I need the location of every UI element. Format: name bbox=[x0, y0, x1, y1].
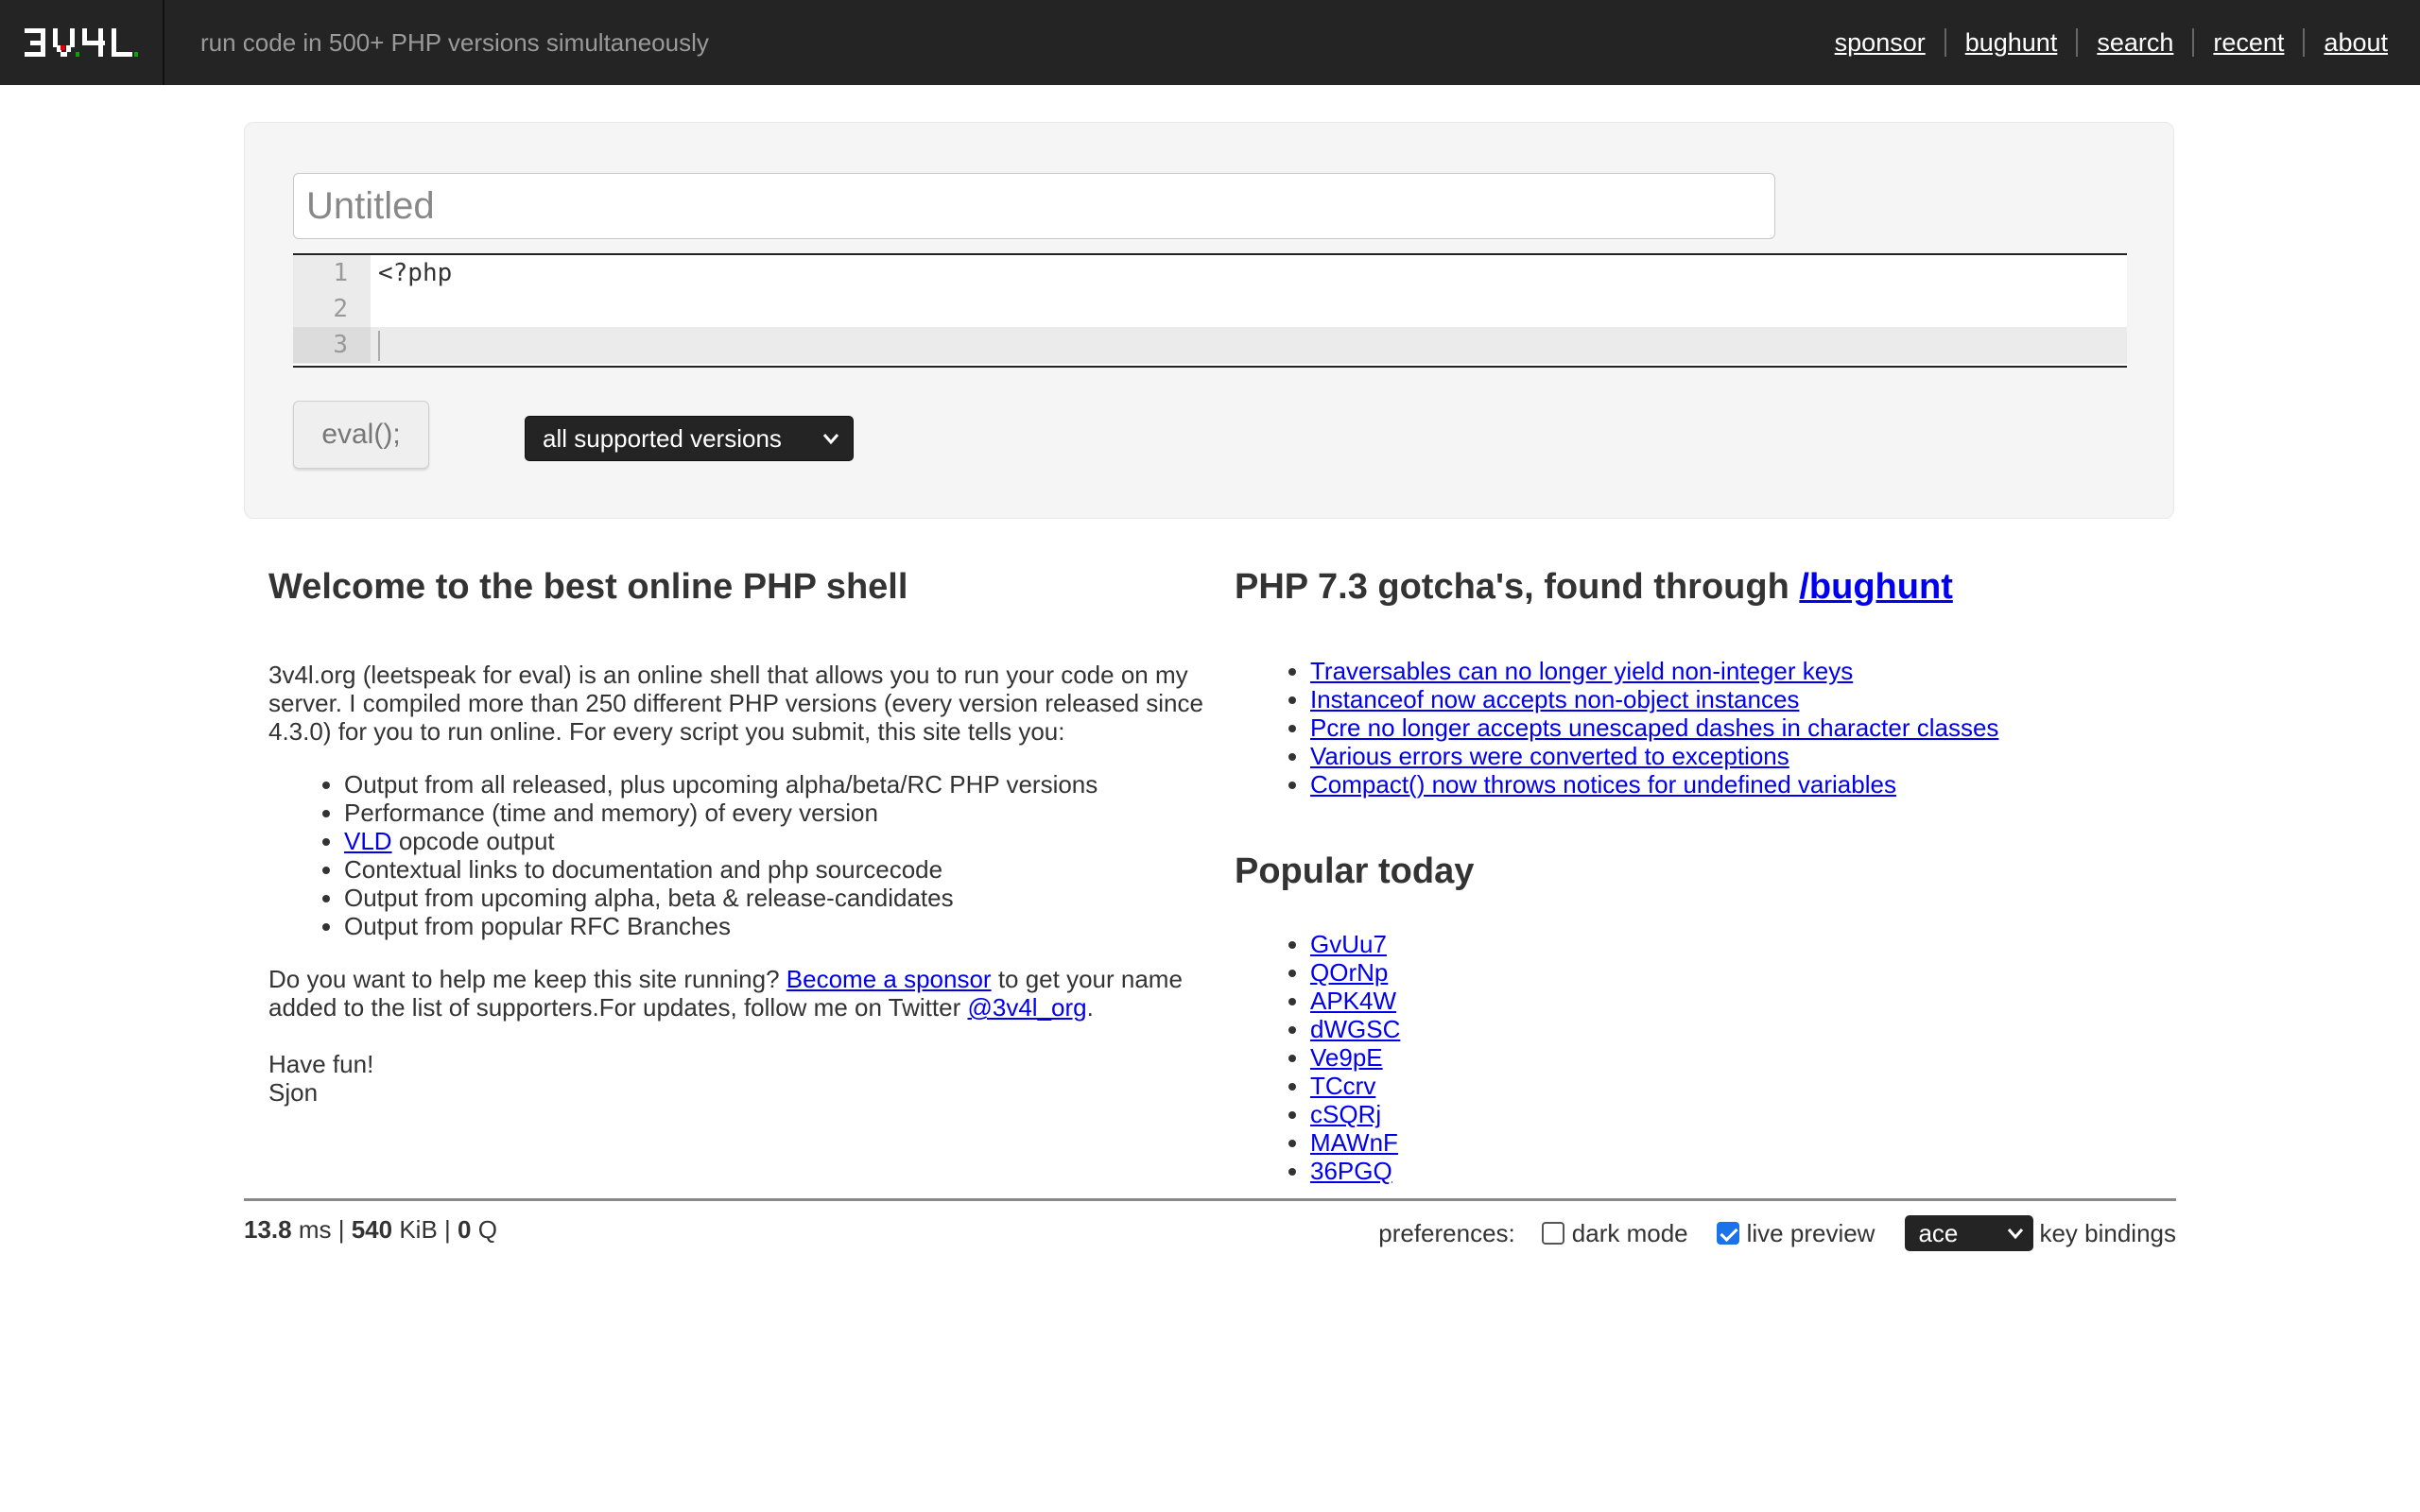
sign-off: Have fun! Sjon bbox=[268, 1050, 1204, 1107]
code-editor-panel: 1 <?php 2 3 eval(); all supported versio… bbox=[244, 122, 2174, 519]
popular-script-link[interactable]: GvUu7 bbox=[1310, 930, 1387, 958]
twitter-link[interactable]: @3v4l_org bbox=[967, 993, 1086, 1022]
top-nav: sponsor bughunt search recent about bbox=[1816, 0, 2407, 85]
gotcha-link[interactable]: Traversables can no longer yield non-int… bbox=[1310, 657, 1853, 685]
site-tagline: run code in 500+ PHP versions simultaneo… bbox=[200, 27, 709, 57]
gotcha-link[interactable]: Compact() now throws notices for undefin… bbox=[1310, 770, 1896, 799]
list-item: Various errors were converted to excepti… bbox=[1310, 742, 2180, 770]
editor-line: 2 bbox=[293, 291, 2127, 327]
nav-link-search[interactable]: search bbox=[2076, 28, 2192, 57]
site-logo[interactable] bbox=[0, 0, 164, 85]
list-item: Output from all released, plus upcoming … bbox=[344, 770, 1204, 799]
editor-line-active: 3 bbox=[293, 327, 2127, 364]
chevron-down-icon bbox=[822, 434, 839, 445]
nav-link-bughunt[interactable]: bughunt bbox=[1944, 28, 2077, 57]
eval-button[interactable]: eval(); bbox=[293, 401, 429, 469]
welcome-heading: Welcome to the best online PHP shell bbox=[268, 567, 908, 607]
line-number: 2 bbox=[293, 291, 371, 327]
popular-heading: Popular today bbox=[1235, 851, 1475, 891]
list-item: Traversables can no longer yield non-int… bbox=[1310, 657, 2180, 685]
sponsor-paragraph: Do you want to help me keep this site ru… bbox=[268, 965, 1204, 1022]
list-item-text: opcode output bbox=[398, 827, 555, 855]
code-editor[interactable]: 1 <?php 2 3 bbox=[293, 253, 2127, 368]
popular-script-link[interactable]: dWGSC bbox=[1310, 1015, 1400, 1043]
list-item: VLD opcode output bbox=[344, 827, 1204, 855]
popular-script-link[interactable]: 36PGQ bbox=[1310, 1157, 1392, 1185]
list-item: cSQRj bbox=[1310, 1100, 2180, 1128]
list-item: Instanceof now accepts non-object instan… bbox=[1310, 685, 2180, 713]
chevron-down-icon bbox=[2008, 1228, 2024, 1240]
page-stats: 13.8 ms | 540 KiB | 0 Q bbox=[244, 1215, 497, 1245]
render-time-value: 13.8 bbox=[244, 1215, 292, 1244]
popular-list: GvUu7 QOrNp APK4W dWGSC Ve9pE TCcrv cSQR… bbox=[1235, 930, 2180, 1185]
list-item: Output from upcoming alpha, beta & relea… bbox=[344, 884, 1204, 912]
popular-script-link[interactable]: MAWnF bbox=[1310, 1128, 1398, 1157]
dark-mode-label: dark mode bbox=[1571, 1218, 1688, 1247]
vld-link[interactable]: VLD bbox=[344, 827, 392, 855]
author-name: Sjon bbox=[268, 1078, 319, 1107]
gotcha-list: Traversables can no longer yield non-int… bbox=[1235, 657, 2180, 799]
list-item: Ve9pE bbox=[1310, 1043, 2180, 1072]
keybinding-label: key bindings bbox=[2039, 1218, 2176, 1247]
version-select-value: all supported versions bbox=[543, 423, 782, 453]
welcome-section: Welcome to the best online PHP shell 3v4… bbox=[268, 567, 1204, 1107]
query-count-unit: Q bbox=[477, 1215, 497, 1244]
list-item: MAWnF bbox=[1310, 1128, 2180, 1157]
period: . bbox=[1086, 993, 1094, 1022]
text-cursor bbox=[378, 331, 380, 361]
gotcha-link[interactable]: Various errors were converted to excepti… bbox=[1310, 742, 1789, 770]
line-number: 1 bbox=[293, 255, 371, 291]
gotchas-heading: PHP 7.3 gotcha's, found through /bughunt bbox=[1235, 567, 2180, 608]
welcome-intro: 3v4l.org (leetspeak for eval) is an onli… bbox=[268, 661, 1203, 746]
dark-mode-checkbox[interactable] bbox=[1541, 1222, 1564, 1245]
bughunt-heading-link[interactable]: /bughunt bbox=[1799, 567, 1952, 607]
gotchas-section: PHP 7.3 gotcha's, found through /bughunt… bbox=[1235, 567, 2180, 1185]
memory-value: 540 bbox=[351, 1215, 393, 1244]
gotcha-link[interactable]: Instanceof now accepts non-object instan… bbox=[1310, 685, 1799, 713]
list-item: dWGSC bbox=[1310, 1015, 2180, 1043]
popular-script-link[interactable]: cSQRj bbox=[1310, 1100, 1381, 1128]
sponsor-text: Do you want to help me keep this site ru… bbox=[268, 965, 780, 993]
list-item: 36PGQ bbox=[1310, 1157, 2180, 1185]
nav-link-about[interactable]: about bbox=[2303, 28, 2407, 57]
list-item: Pcre no longer accepts unescaped dashes … bbox=[1310, 713, 2180, 742]
list-item: TCcrv bbox=[1310, 1072, 2180, 1100]
feature-list: Output from all released, plus upcoming … bbox=[268, 770, 1204, 940]
become-sponsor-link[interactable]: Become a sponsor bbox=[786, 965, 992, 993]
popular-script-link[interactable]: QOrNp bbox=[1310, 958, 1388, 987]
render-time-unit: ms | bbox=[298, 1215, 345, 1244]
list-item: Contextual links to documentation and ph… bbox=[344, 855, 1204, 884]
nav-link-sponsor[interactable]: sponsor bbox=[1816, 28, 1945, 57]
memory-unit: KiB | bbox=[399, 1215, 451, 1244]
line-number: 3 bbox=[293, 327, 371, 363]
keybinding-select-value: ace bbox=[1918, 1218, 1959, 1247]
live-preview-label: live preview bbox=[1746, 1218, 1876, 1247]
list-item: Compact() now throws notices for undefin… bbox=[1310, 770, 2180, 799]
popular-script-link[interactable]: APK4W bbox=[1310, 987, 1396, 1015]
logo-3v4l-icon bbox=[25, 28, 138, 57]
top-bar: run code in 500+ PHP versions simultaneo… bbox=[0, 0, 2420, 85]
list-item: Output from popular RFC Branches bbox=[344, 912, 1204, 940]
popular-script-link[interactable]: Ve9pE bbox=[1310, 1043, 1383, 1072]
preferences-label: preferences: bbox=[1378, 1218, 1515, 1247]
editor-line: 1 <?php bbox=[293, 255, 2127, 291]
gotcha-link[interactable]: Pcre no longer accepts unescaped dashes … bbox=[1310, 713, 1998, 742]
footer-divider bbox=[244, 1198, 2176, 1201]
code-text: <?php bbox=[378, 259, 453, 287]
list-item: GvUu7 bbox=[1310, 930, 2180, 958]
list-item: Performance (time and memory) of every v… bbox=[344, 799, 1204, 827]
keybinding-select[interactable]: ace bbox=[1905, 1215, 2034, 1251]
nav-link-recent[interactable]: recent bbox=[2192, 28, 2303, 57]
gotchas-heading-text: PHP 7.3 gotcha's, found through bbox=[1235, 567, 1789, 607]
sign-off-line: Have fun! bbox=[268, 1050, 374, 1078]
popular-script-link[interactable]: TCcrv bbox=[1310, 1072, 1375, 1100]
list-item: APK4W bbox=[1310, 987, 2180, 1015]
query-count-value: 0 bbox=[458, 1215, 472, 1244]
version-select[interactable]: all supported versions bbox=[525, 416, 854, 461]
list-item: QOrNp bbox=[1310, 958, 2180, 987]
preferences-bar: preferences: dark mode live preview ace … bbox=[1378, 1215, 2176, 1251]
script-title-input[interactable] bbox=[293, 173, 1775, 239]
live-preview-checkbox[interactable] bbox=[1716, 1222, 1739, 1245]
